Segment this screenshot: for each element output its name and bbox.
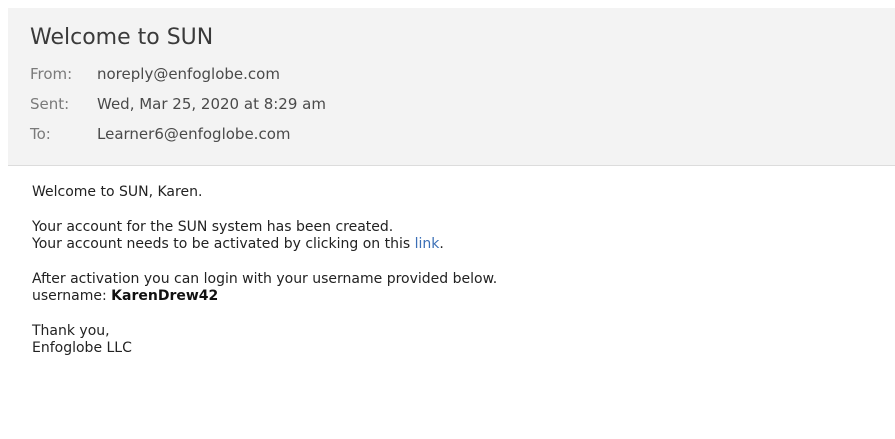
sent-row: Sent: Wed, Mar 25, 2020 at 8:29 am xyxy=(30,94,326,114)
email-view: Welcome to SUN From: noreply@enfoglobe.co… xyxy=(0,0,895,439)
email-header: Welcome to SUN From: noreply@enfoglobe.co… xyxy=(8,8,895,166)
username-value: KarenDrew42 xyxy=(111,288,219,304)
email-subject: Welcome to SUN xyxy=(30,25,214,50)
to-address[interactable]: Learner6@enfoglobe.com xyxy=(97,125,290,143)
activation-link[interactable]: link xyxy=(415,236,440,252)
to-label: To: xyxy=(30,125,51,143)
activation-text: Your account needs to be activated by cl… xyxy=(32,236,872,253)
sent-date: Wed, Mar 25, 2020 at 8:29 am xyxy=(97,95,326,113)
to-row: To: Learner6@enfoglobe.com xyxy=(30,124,290,144)
sent-label: Sent: xyxy=(30,95,70,113)
username-label: username: xyxy=(32,288,112,304)
username-line: username: KarenDrew42 xyxy=(32,288,872,305)
from-label: From: xyxy=(30,65,73,83)
from-address[interactable]: noreply@enfoglobe.com xyxy=(97,65,280,83)
signature-text: Enfoglobe LLC xyxy=(32,340,132,356)
from-row: From: noreply@enfoglobe.com xyxy=(30,64,280,84)
thanks-text: Thank you, xyxy=(32,323,110,339)
email-body: Welcome to SUN, Karen. Your account for … xyxy=(32,184,872,357)
activation-prefix: Your account needs to be activated by cl… xyxy=(32,236,415,252)
activation-suffix: . xyxy=(439,236,444,252)
greeting-text: Welcome to SUN, Karen. xyxy=(32,184,203,200)
account-created-text: Your account for the SUN system has been… xyxy=(32,219,394,235)
after-activation-text: After activation you can login with your… xyxy=(32,271,498,287)
